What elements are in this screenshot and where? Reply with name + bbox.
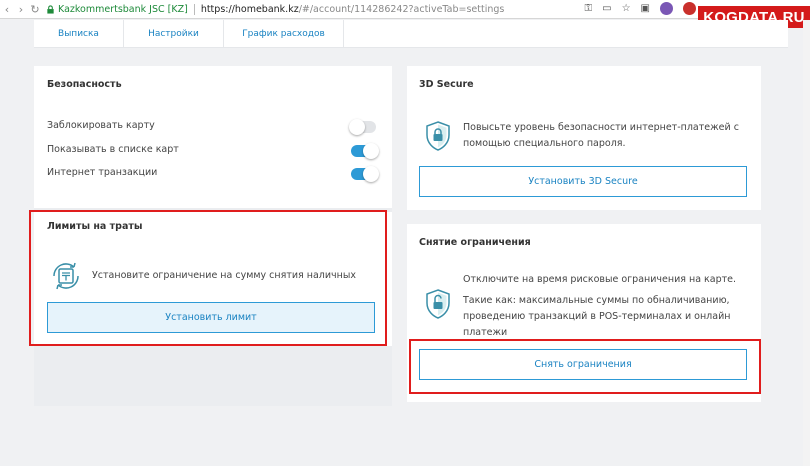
security-title: Безопасность	[47, 79, 122, 90]
extension-icon[interactable]: ▣	[641, 3, 650, 14]
url-field[interactable]: https://homebank.kz/#/account/114286242?…	[201, 4, 505, 15]
tab-statement[interactable]: Выписка	[34, 20, 124, 48]
ssl-label: Kazkommertsbank JSC [KZ]	[58, 3, 188, 15]
page-scrollbar[interactable]	[803, 20, 810, 466]
tab-settings[interactable]: Настройки	[124, 20, 224, 48]
reload-icon[interactable]: ↻	[28, 3, 42, 16]
back-icon[interactable]: ‹	[0, 3, 14, 16]
show-in-list-toggle[interactable]	[351, 143, 379, 159]
url-host: https://homebank.kz	[200, 3, 299, 15]
shield-lock-icon	[426, 121, 450, 151]
extension-purple-icon[interactable]	[660, 2, 673, 15]
lock-icon	[47, 4, 54, 14]
cast-icon[interactable]: ▭	[602, 3, 611, 14]
key-icon[interactable]: ⚿	[585, 3, 593, 14]
star-icon[interactable]: ☆	[622, 3, 631, 14]
url-path: /#/account/114286242?activeTab=settings	[298, 3, 505, 15]
extension-red-icon[interactable]	[683, 2, 696, 15]
restrictions-title: Снятие ограничения	[419, 237, 531, 248]
set-3dsecure-button[interactable]: Установить 3D Secure	[419, 166, 747, 197]
3dsecure-description: Повысьте уровень безопасности интернет-п…	[463, 122, 739, 149]
shield-unlock-icon	[426, 289, 450, 319]
show-in-list-label: Показывать в списке карт	[47, 144, 179, 155]
browser-toolbar-icons: ⚿ ▭ ☆ ▣	[585, 2, 696, 15]
security-card: Безопасность Заблокировать карту Показыв…	[34, 66, 392, 208]
internet-transactions-label: Интернет транзакции	[47, 167, 158, 178]
restrictions-line1: Отключите на время рисковые ограничения …	[463, 274, 737, 285]
highlight-remove-restrictions	[409, 339, 761, 394]
internet-transactions-toggle[interactable]	[351, 166, 379, 182]
restrictions-line2: Такие как: максимальные суммы по обналич…	[463, 295, 731, 338]
3dsecure-title: 3D Secure	[419, 79, 474, 90]
account-tabs: Выписка Настройки График расходов	[34, 20, 788, 48]
block-card-label: Заблокировать карту	[47, 120, 155, 131]
ssl-indicator[interactable]: Kazkommertsbank JSC [KZ]	[46, 4, 188, 15]
highlight-limits	[29, 210, 387, 346]
tab-expense-chart[interactable]: График расходов	[224, 20, 344, 48]
block-card-toggle[interactable]	[349, 119, 376, 135]
forward-icon[interactable]: ›	[14, 3, 28, 16]
3dsecure-card: 3D Secure Повысьте уровень безопасности …	[407, 66, 761, 210]
